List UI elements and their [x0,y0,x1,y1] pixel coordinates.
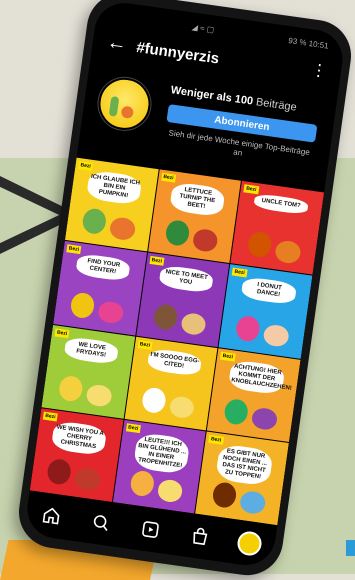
post-tile[interactable]: Bezi WE LOVE FRYDAYS! [41,324,135,419]
shop-icon[interactable] [186,523,213,550]
post-badge: Bezi [160,172,177,183]
post-badge: Bezi [243,184,259,195]
post-tile[interactable]: Bezi ICH GLAUBE ICH BIN EIN PUMPKIN! [64,157,159,252]
food-character [156,478,184,504]
search-icon[interactable] [87,509,114,536]
post-tile[interactable]: Bezi NICE TO MEET YOU [136,252,230,347]
post-tile[interactable]: Bezi ES GIBT NUR NOCH EINEN ... DAS IST N… [195,431,289,526]
status-right: 93 % 10:51 [287,36,330,51]
post-badge: Bezi [149,256,165,267]
speech-bubble: ACHTUNG! HIER KOMMT DER KNOBLAUCHZEHEN! [228,359,292,396]
food-character [73,466,102,492]
background-blue-edge [346,540,355,556]
speech-bubble: UNCLE TOM? [253,192,309,216]
food-character [128,469,156,498]
speech-bubble: LEUTE!!! ICH BIN GLÜHEND ... IN EINER TR… [132,431,191,475]
post-badge: Bezi [220,351,236,362]
food-character [262,323,291,348]
speech-bubble: I DONUT DANCE! [240,276,297,306]
food-character [163,219,191,248]
food-character [235,314,262,343]
food-character [191,228,220,253]
hashtag-title: #funnyerzis [135,39,221,68]
post-tile[interactable]: Bezi WE WISH YOU A CHERRY CHRISTMAS [29,407,124,502]
post-badge: Bezi [208,434,224,445]
food-character [152,302,179,331]
post-tile[interactable]: Bezi I'M SOOOO EGG-CITED! [124,336,218,431]
post-tile[interactable]: Bezi UNCLE TOM? [230,180,325,275]
post-tile[interactable]: Bezi FIND YOUR CENTER! [53,241,147,336]
food-character [239,489,267,515]
food-character [108,216,137,242]
reels-icon[interactable] [137,516,164,543]
speech-bubble: I'M SOOOO EGG-CITED! [146,348,203,378]
food-character [250,406,279,432]
food-character [168,394,196,420]
speech-bubble: FIND YOUR CENTER! [75,253,132,283]
vertical-dots-icon[interactable]: ⋮ [310,60,329,82]
speech-bubble: NICE TO MEET YOU [157,264,215,294]
post-badge: Bezi [42,411,59,422]
profile-avatar-image [235,529,264,558]
speech-bubble: WE WISH YOU A CHERRY CHRISTMAS [50,419,108,457]
food-character [96,299,125,325]
post-grid: Bezi ICH GLAUBE ICH BIN EIN PUMPKIN! Bezi L… [29,157,325,526]
post-count-unit: Beiträge [252,95,298,114]
food-character [45,457,73,486]
food-character [274,239,302,265]
speech-bubble: LETTUCE TURNIP THE BEET! [168,181,226,218]
post-badge: Bezi [231,267,248,278]
post-badge: Bezi [66,244,82,255]
food-character [69,290,96,319]
food-character [85,383,113,409]
post-count-bold: Weniger als 100 [170,84,254,108]
post-tile[interactable]: Bezi ACHTUNG! HIER KOMMT DER KNOBLAUCHZEH… [207,347,301,442]
home-icon[interactable] [38,502,65,529]
post-tile[interactable]: Bezi LETTUCE TURNIP THE BEET! [147,169,242,264]
avatar-figure [120,105,135,120]
arrow-left-icon[interactable]: ← [105,31,128,57]
post-badge: Bezi [54,327,70,338]
avatar-figure [108,95,120,117]
food-character [81,207,108,236]
post-badge: Bezi [77,161,94,171]
profile-avatar[interactable] [235,529,264,558]
food-character [179,311,208,337]
post-tile[interactable]: Bezi I DONUT DANCE! [218,264,313,359]
signal-icon: ◢ ≈ ▢ [191,22,215,35]
post-badge: Bezi [125,422,141,433]
post-tile[interactable]: Bezi LEUTE!!! ICH BIN GLÜHEND ... IN EINE… [112,419,207,514]
food-character [223,397,250,426]
food-character [246,230,274,259]
speech-bubble: ES GIBT NUR NOCH EINEN ... DAS IST NICHT… [215,443,274,487]
food-character [140,386,167,415]
post-badge: Bezi [137,339,153,350]
food-character [57,374,85,403]
food-character [211,481,238,510]
speech-bubble: ICH GLAUBE ICH BIN EIN PUMPKIN! [85,169,143,206]
speech-bubble: WE LOVE FRYDAYS! [63,336,120,366]
hashtag-avatar [93,73,155,135]
